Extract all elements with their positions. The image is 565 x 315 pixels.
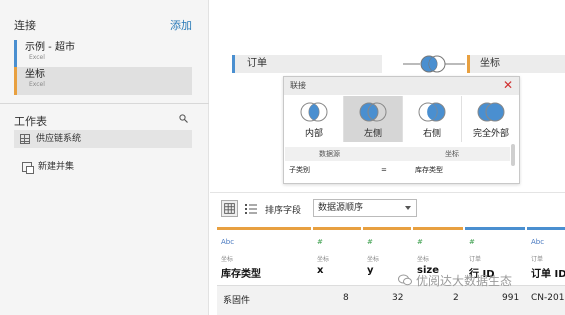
inner-join-icon bbox=[300, 102, 328, 122]
join-clause-header: 数据源 坐标 bbox=[285, 147, 510, 161]
join-type-left[interactable]: 左侧 bbox=[344, 96, 403, 142]
column-source: 订单 bbox=[469, 256, 482, 263]
new-union-label: 新建并集 bbox=[38, 162, 75, 172]
sort-selected-value: 数据源顺序 bbox=[318, 203, 364, 213]
clause-header-right: 坐标 bbox=[445, 150, 459, 158]
table-cell: 8 bbox=[343, 293, 349, 303]
right-join-icon bbox=[418, 102, 446, 122]
column-name: y bbox=[367, 265, 374, 276]
data-grid: Abc 坐标 库存类型 # 坐标 x # 坐标 y # 坐标 size # 订单… bbox=[217, 227, 565, 315]
connections-title: 连接 bbox=[14, 19, 36, 32]
wechat-icon bbox=[398, 274, 412, 286]
full-outer-join-icon bbox=[477, 102, 505, 122]
join-clause-row[interactable]: 子类别 = 库存类型 bbox=[285, 163, 510, 177]
column-name: x bbox=[317, 265, 324, 276]
sort-order-select[interactable]: 数据源顺序 bbox=[313, 199, 417, 217]
column-source: 坐标 bbox=[417, 256, 430, 263]
union-icon bbox=[22, 162, 34, 174]
join-dialog-title: 联接 bbox=[284, 77, 519, 95]
column-name: 订单 ID bbox=[531, 269, 565, 280]
toolbar-divider bbox=[210, 192, 565, 193]
table-cell: 32 bbox=[392, 293, 404, 303]
number-type-icon: # bbox=[417, 238, 423, 246]
left-pane: 连接 添加 示例 - 超市 Excel 坐标 Excel 工作表 供应链系统 新… bbox=[0, 0, 209, 315]
column-source: 坐标 bbox=[221, 256, 234, 263]
column-source: 坐标 bbox=[317, 256, 330, 263]
clause-right-field[interactable]: 库存类型 bbox=[415, 163, 443, 177]
connection-type: Excel bbox=[29, 81, 45, 88]
connection-item-coordinates[interactable]: 坐标 Excel bbox=[14, 67, 192, 95]
table-cell: 991 bbox=[502, 293, 520, 303]
grid-view-icon[interactable] bbox=[221, 200, 238, 217]
connection-name: 坐标 bbox=[25, 69, 45, 80]
string-type-icon: Abc bbox=[531, 238, 545, 246]
clause-left-field[interactable]: 子类别 bbox=[289, 163, 310, 177]
join-type-inner[interactable]: 内部 bbox=[285, 96, 344, 142]
table-cell: 系固件 bbox=[223, 296, 251, 306]
string-type-icon: Abc bbox=[221, 238, 235, 246]
number-type-icon: # bbox=[317, 238, 323, 246]
join-type-selector: 内部 左侧 右侧 完全外部 bbox=[285, 96, 520, 142]
clause-header-left: 数据源 bbox=[319, 150, 340, 158]
column-source: 订单 bbox=[531, 256, 544, 263]
left-join-icon[interactable] bbox=[418, 54, 448, 74]
divider bbox=[0, 103, 209, 104]
table-cell: CN-201 bbox=[531, 293, 565, 303]
join-type-full-outer[interactable]: 完全外部 bbox=[462, 96, 520, 142]
join-type-right[interactable]: 右侧 bbox=[403, 96, 462, 142]
column-header[interactable]: # 坐标 x bbox=[313, 227, 361, 285]
clause-scrollbar[interactable] bbox=[511, 144, 515, 166]
left-join-icon bbox=[359, 102, 387, 122]
join-type-label: 右侧 bbox=[422, 129, 441, 139]
clause-operator[interactable]: = bbox=[381, 163, 387, 177]
worksheet-name: 供应链系统 bbox=[36, 134, 82, 144]
column-header[interactable]: Abc 订单 订单 ID bbox=[527, 227, 565, 285]
close-icon[interactable]: ✕ bbox=[503, 78, 513, 92]
join-type-label: 内部 bbox=[304, 129, 323, 139]
number-type-icon: # bbox=[469, 238, 475, 246]
new-union-button[interactable]: 新建并集 bbox=[22, 161, 75, 174]
left-table[interactable]: 订单 bbox=[232, 55, 382, 73]
worksheets-title: 工作表 bbox=[14, 115, 47, 128]
list-view-icon[interactable] bbox=[244, 200, 258, 217]
connection-item-superstore[interactable]: 示例 - 超市 Excel bbox=[14, 40, 192, 68]
column-source: 坐标 bbox=[367, 256, 380, 263]
join-dialog: 联接 ✕ 内部 左侧 右侧 完全外部 数据源 坐标 子类别 = 库存类型 bbox=[283, 76, 520, 184]
column-header[interactable]: Abc 坐标 库存类型 bbox=[217, 227, 311, 285]
chevron-down-icon bbox=[405, 206, 411, 210]
worksheet-item-supply-chain[interactable]: 供应链系统 bbox=[14, 130, 192, 148]
join-line bbox=[445, 63, 465, 65]
number-type-icon: # bbox=[367, 238, 373, 246]
search-icon[interactable] bbox=[179, 114, 188, 123]
watermark-text: 优阅达大数据生态 bbox=[416, 274, 513, 288]
right-table[interactable]: 坐标 bbox=[467, 55, 565, 73]
add-connection-link[interactable]: 添加 bbox=[170, 17, 192, 33]
connection-name: 示例 - 超市 bbox=[25, 42, 75, 53]
app-root: 连接 添加 示例 - 超市 Excel 坐标 Excel 工作表 供应链系统 新… bbox=[0, 0, 565, 315]
table-icon bbox=[20, 134, 30, 144]
sort-label: 排序字段 bbox=[265, 206, 302, 216]
column-name: 库存类型 bbox=[221, 269, 261, 280]
join-type-label: 完全外部 bbox=[472, 129, 509, 139]
connection-type: Excel bbox=[29, 54, 45, 61]
join-type-label: 左侧 bbox=[363, 129, 382, 139]
table-cell: 2 bbox=[453, 293, 459, 303]
watermark: 优阅达大数据生态 bbox=[398, 272, 512, 289]
